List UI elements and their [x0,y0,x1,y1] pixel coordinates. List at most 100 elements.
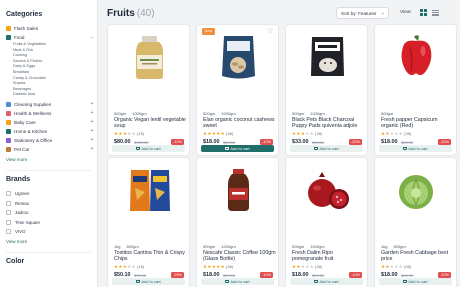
weight-option[interactable]: 500gm [203,244,215,249]
weight-option[interactable]: 500gm [203,111,215,116]
product-name[interactable]: Organic Vegan lentil vegetable soup [114,117,187,130]
product-image[interactable] [383,33,450,81]
star-icon: ★ [131,131,137,136]
product-name[interactable]: Fresh papper Capsicum organic (Red) [381,117,454,130]
home-icon [6,128,11,134]
weight-options[interactable]: 1kg 500gm [114,244,139,249]
weight-option[interactable]: 1000gm [221,111,235,116]
product-name[interactable]: Tostitos Cantina Thin & Crispy Chips [114,250,187,263]
brand-filter-item[interactable]: VIVO [6,227,97,237]
weight-option[interactable]: 1kg [114,244,120,249]
divider [6,252,91,254]
checkbox[interactable] [6,210,11,216]
sidebar-category[interactable]: Food − [6,33,97,42]
product-card[interactable]: 500gm 1000gm Black Pets Black Charcoal Pup… [285,24,368,156]
category-label: Home & Kitchen [14,128,48,134]
discount-badge: -10% [260,272,273,278]
star-rating: ★★★★★(38) [381,264,411,270]
sidebar-category[interactable]: Flash Sales [6,24,97,33]
sort-label: Sort by: Features [341,11,377,16]
grid-view-icon[interactable] [420,9,427,16]
add-to-cart-button[interactable]: Add to cart [201,145,274,152]
product-name[interactable]: Fresh Dalim Ripo pomegranate fruit [292,250,365,263]
weight-option[interactable]: 1000gm [310,111,324,116]
sidebar-category[interactable]: Stationery & Office + [6,136,97,145]
brand-filter-item[interactable]: Jadroo [6,208,97,218]
product-image[interactable] [294,166,361,214]
weight-options[interactable]: 500gm [381,111,393,116]
weight-options[interactable]: 500gm 1000gm [292,244,325,249]
add-to-cart-button[interactable]: Add to cart [112,278,185,285]
baby-icon [6,119,11,125]
checkbox[interactable] [6,200,11,206]
sort-dropdown[interactable]: Sort by: Features ⌄ [336,7,389,19]
add-to-cart-button[interactable]: Add to cart [379,278,452,285]
product-card[interactable]: 500gm Fresh papper Capsicum organic (Red)… [374,24,457,156]
weight-option[interactable]: 500gm [393,244,405,249]
product-image[interactable] [116,166,183,214]
add-to-cart-button[interactable]: Add to cart [112,145,185,152]
product-card[interactable]: 1kg 500gm Garden Fresh Cabbage best price ★… [374,157,457,287]
weight-option[interactable]: 1000gm [221,244,235,249]
product-name[interactable]: Black Pets Black Charcoal Puppy Pads qui… [292,117,365,130]
sidebar-category[interactable]: Pet Car + [6,145,97,154]
expand-icon[interactable]: + [87,110,97,116]
weight-options[interactable]: 1kg 500gm [381,244,406,249]
weight-option[interactable]: 1000gm [310,244,324,249]
checkbox[interactable] [6,191,11,197]
weight-options[interactable]: 500gm 1000gm [203,244,236,249]
expand-icon[interactable]: + [87,137,97,143]
weight-option[interactable]: 1kg [381,244,387,249]
add-to-cart-button[interactable]: Add to cart [290,278,363,285]
sidebar-category[interactable]: Home & Kitchen + [6,127,97,136]
product-card[interactable]: 500gm 1000gm Nescafe Classic Coffee 100gm … [196,157,279,287]
add-to-cart-button[interactable]: Add to cart [290,145,363,152]
weight-option[interactable]: 500gm [381,111,393,116]
checkbox[interactable] [6,219,11,225]
checkbox[interactable] [6,229,11,235]
product-image[interactable] [205,166,272,214]
weight-option[interactable]: 500gm [292,244,304,249]
add-to-cart-button[interactable]: Add to cart [379,145,452,152]
product-card[interactable]: 1kg 500gm Tostitos Cantina Thin & Crispy C… [107,157,190,287]
expand-icon[interactable]: + [87,101,97,107]
product-card[interactable]: New ♡ 500gm 1000gm Elan organic coconut cash… [196,24,279,156]
weight-option[interactable]: 500gm [126,244,138,249]
heart-icon[interactable]: ♡ [268,28,273,35]
weight-option[interactable]: 1000gm [132,111,146,116]
product-name[interactable]: Nescafe Classic Coffee 100gm (Glass Bott… [203,250,276,263]
sidebar-category[interactable]: Cleaning Supplies + [6,100,97,109]
expand-icon[interactable]: + [87,146,97,152]
weight-option[interactable]: 500gm [292,111,304,116]
brand-filter-item[interactable]: Ugreen [6,189,97,199]
product-image[interactable] [383,166,450,214]
star-icon: ★ [309,131,315,136]
product-image[interactable] [205,33,272,81]
sidebar-category[interactable]: Baby Care + [6,118,97,127]
expand-icon[interactable]: + [87,128,97,134]
weight-options[interactable]: 500gm 1000gm [292,111,325,116]
product-name[interactable]: Garden Fresh Cabbage best price [381,250,454,263]
brands-heading: Brands [6,175,31,183]
cart-icon [314,147,318,151]
list-view-icon[interactable] [432,9,439,17]
view-more-categories-link[interactable]: View more [6,157,97,165]
star-rating: ★★★★★(38) [292,131,322,137]
weight-options[interactable]: 500gm 1000gm [203,111,236,116]
product-name[interactable]: Elan organic coconut cashews sweet [203,117,276,130]
star-icon: ★ [309,264,315,269]
collapse-icon[interactable]: − [87,35,97,41]
weight-options[interactable]: 500gm 1000gm [114,111,147,116]
product-card[interactable]: 500gm 1000gm Organic Vegan lentil vegetabl… [107,24,190,156]
star-rating: ★★★★★(38) [203,264,233,270]
brand-filter-item[interactable]: Remax [6,198,97,208]
brand-filter-item[interactable]: Time Square [6,217,97,227]
weight-option[interactable]: 500gm [114,111,126,116]
view-more-brands-link[interactable]: View more [6,239,97,247]
product-card[interactable]: 500gm 1000gm Fresh Dalim Ripo pomegranate … [285,157,368,287]
product-image[interactable] [294,33,361,81]
product-image[interactable] [116,33,183,81]
sidebar-category[interactable]: Health & Wellness + [6,109,97,118]
add-to-cart-button[interactable]: Add to cart [201,278,274,285]
expand-icon[interactable]: + [87,119,97,125]
